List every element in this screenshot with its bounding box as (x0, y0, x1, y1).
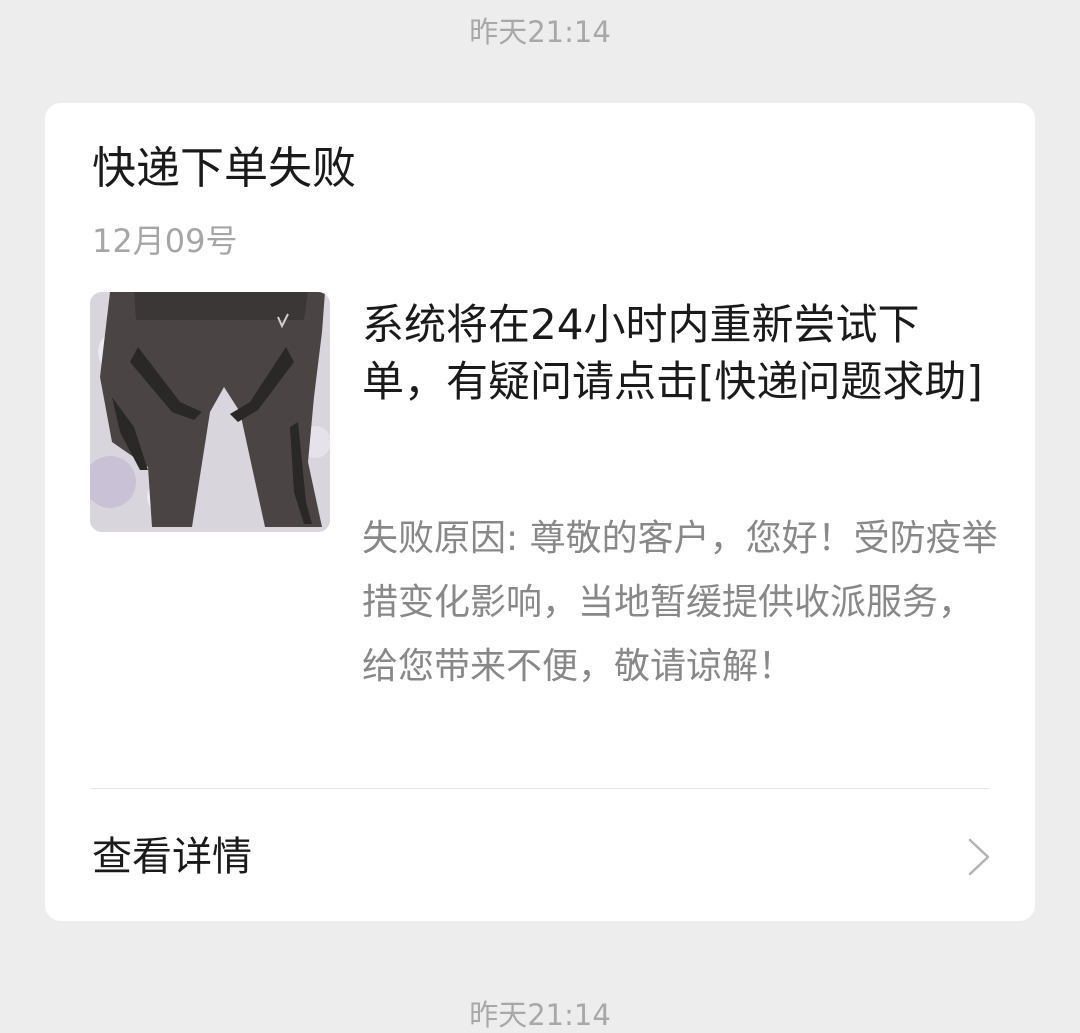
card-title: 快递下单失败 (92, 143, 356, 194)
notification-headline: 系统将在24小时内重新尝试下单，有疑问请点击[快递问题求助] (362, 300, 983, 406)
notification-card[interactable]: 快递下单失败 12月09号 系统将在24小时内重新尝试下单，有疑问请点击[快递问… (45, 103, 1035, 921)
chevron-right-icon (968, 838, 990, 876)
product-thumbnail[interactable] (90, 292, 330, 532)
message-timestamp: 昨天21:14 (469, 15, 611, 49)
product-photo-leggings (90, 292, 330, 532)
message-timestamp-next: 昨天21:14 (469, 998, 611, 1032)
card-date: 12月09号 (92, 222, 238, 260)
view-details-label: 查看详情 (92, 834, 252, 880)
failure-reason: 失败原因: 尊敬的客户，您好！受防疫举措变化影响，当地暂缓提供收派服务，给您带来… (362, 518, 998, 687)
view-details-button[interactable]: 查看详情 (45, 789, 1035, 921)
